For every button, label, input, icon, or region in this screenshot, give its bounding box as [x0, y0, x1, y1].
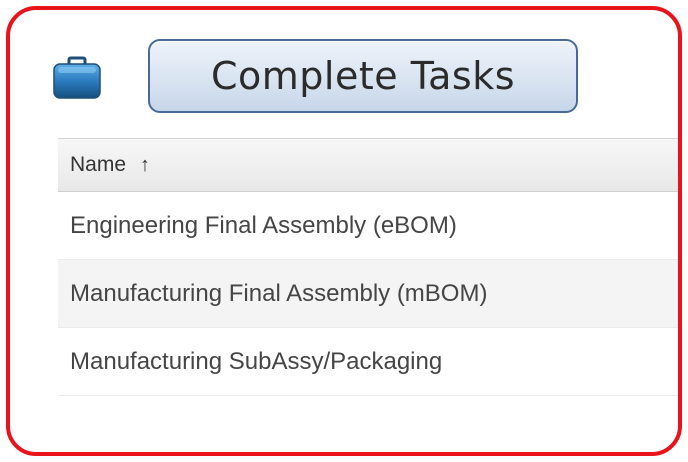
complete-tasks-label: Complete Tasks — [210, 54, 516, 98]
callout-frame: Complete Tasks Name ↑ Engineering Final … — [6, 6, 682, 456]
tasks-table: Name ↑ Engineering Final Assembly (eBOM)… — [58, 138, 678, 396]
task-name[interactable]: Manufacturing SubAssy/Packaging — [70, 348, 442, 376]
table-row[interactable]: Manufacturing SubAssy/Packaging — [58, 328, 678, 396]
table-row[interactable]: Engineering Final Assembly (eBOM) — [58, 192, 678, 260]
task-name[interactable]: Manufacturing Final Assembly (mBOM) — [70, 280, 487, 308]
table-header: Name ↑ — [58, 138, 678, 192]
complete-tasks-button[interactable]: Complete Tasks — [148, 39, 578, 113]
briefcase-icon — [53, 56, 101, 99]
task-name[interactable]: Engineering Final Assembly (eBOM) — [70, 212, 457, 240]
sort-ascending-icon[interactable]: ↑ — [140, 154, 150, 177]
page-header: Complete Tasks — [10, 10, 678, 130]
table-row[interactable]: Manufacturing Final Assembly (mBOM) — [58, 260, 678, 328]
column-header-name[interactable]: Name — [70, 153, 126, 177]
